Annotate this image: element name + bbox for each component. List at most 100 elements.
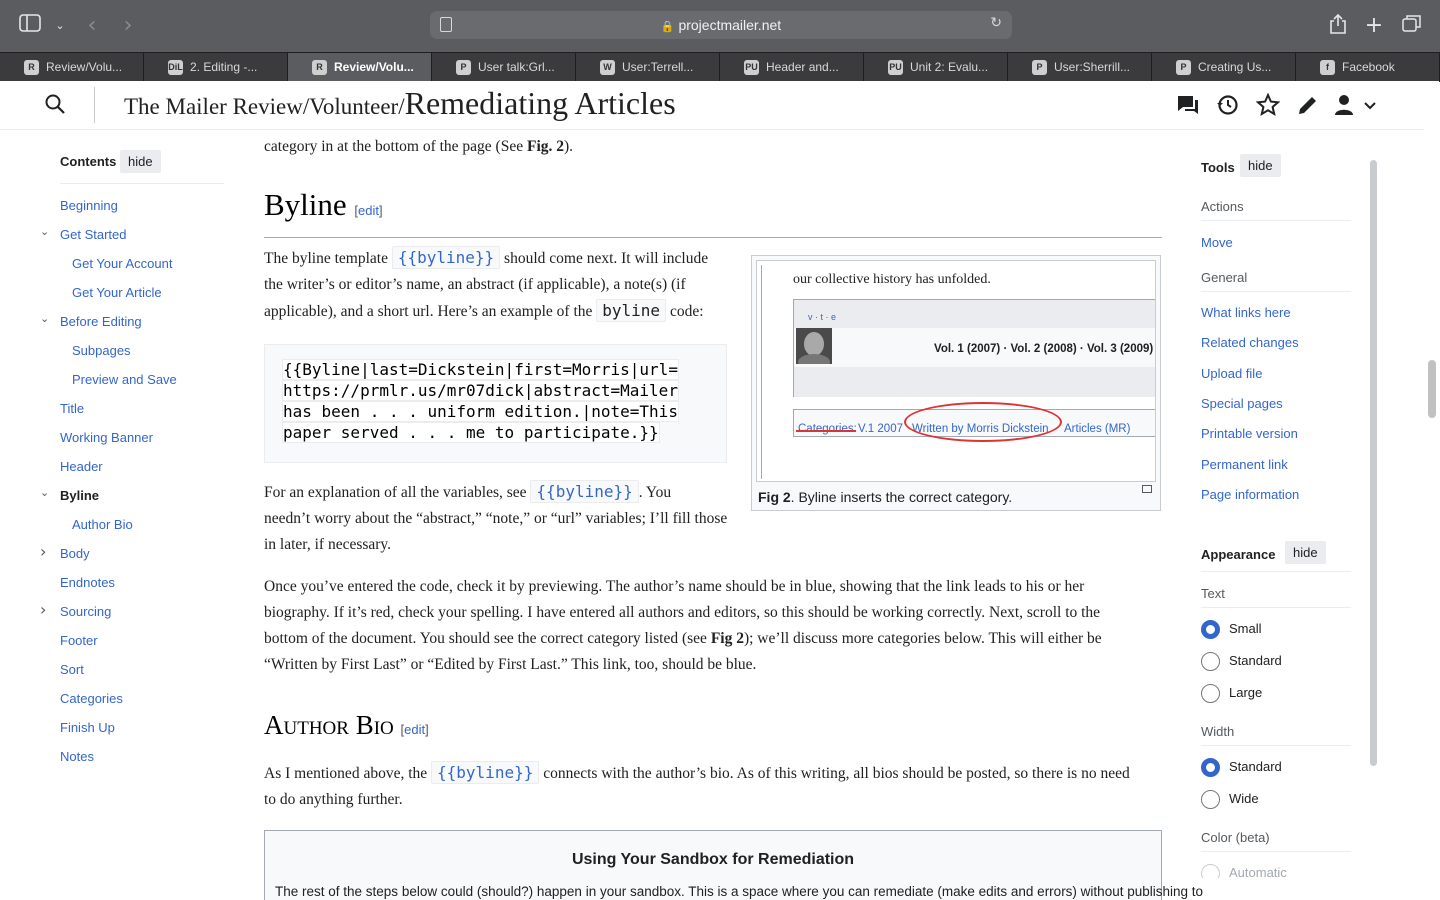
toc-item[interactable]: Preview and Save xyxy=(72,372,177,387)
chevron-down-icon[interactable]: ⌄ xyxy=(40,312,49,325)
chevron-down-icon[interactable]: ⌄ xyxy=(40,486,49,499)
browser-tab[interactable]: P Creating Us... xyxy=(1152,53,1296,82)
share-icon[interactable] xyxy=(1326,13,1350,38)
byline-template-link[interactable]: {{byline}} xyxy=(437,763,533,782)
category-1: V.1 2007 xyxy=(858,423,903,435)
toc-item[interactable]: Finish Up xyxy=(60,720,115,735)
byline-heading: Byline [edit] xyxy=(264,189,383,224)
enlarge-icon[interactable] xyxy=(1142,485,1152,493)
byline-template-link[interactable]: {{byline}} xyxy=(398,248,494,267)
radio-label[interactable]: Standard xyxy=(1229,759,1282,774)
radio-button[interactable] xyxy=(1201,790,1220,809)
tools-link[interactable]: Related changes xyxy=(1201,335,1299,350)
toc-item[interactable]: Body xyxy=(60,546,90,561)
search-icon[interactable] xyxy=(44,93,66,115)
toc-item[interactable]: Notes xyxy=(60,749,94,764)
forward-icon[interactable]: › xyxy=(116,14,140,38)
toc-item[interactable]: Categories xyxy=(60,691,123,706)
toc-item[interactable]: Header xyxy=(60,459,103,474)
code-line: paper served . . . me to participate.}} xyxy=(282,422,709,443)
toc-item[interactable]: Footer xyxy=(60,633,98,648)
toc-item[interactable]: Sort xyxy=(60,662,84,677)
tools-scrollbar[interactable] xyxy=(1370,160,1377,766)
chevron-right-icon[interactable]: › xyxy=(40,542,46,561)
preview-paragraph: Once you’ve entered the code, check it b… xyxy=(264,574,1102,678)
tab-favicon-icon: P xyxy=(1176,60,1191,75)
tools-link[interactable]: Printable version xyxy=(1201,426,1298,441)
back-icon[interactable]: ‹ xyxy=(80,14,104,38)
radio-button[interactable] xyxy=(1201,620,1220,639)
browser-tab[interactable]: W User:Terrell... xyxy=(576,53,720,82)
toc-item[interactable]: Before Editing xyxy=(60,314,142,329)
radio-label[interactable]: Large xyxy=(1229,685,1262,700)
tab-favicon-icon: R xyxy=(24,60,39,75)
browser-tab[interactable]: PU Header and... xyxy=(720,53,864,82)
chevron-down-icon[interactable] xyxy=(1362,93,1386,117)
edit-section-link[interactable]: [edit] xyxy=(354,203,382,218)
text: . You xyxy=(638,484,672,501)
tab-label: Facebook xyxy=(1342,60,1395,74)
radio-label[interactable]: Small xyxy=(1229,621,1262,636)
text: ); we’ll discuss more categories below. … xyxy=(743,630,1102,647)
page-scrollbar[interactable] xyxy=(1428,360,1436,418)
tools-link[interactable]: What links here xyxy=(1201,305,1291,320)
toc-item[interactable]: Subpages xyxy=(72,343,131,358)
browser-tab[interactable]: P User talk:Grl... xyxy=(432,53,576,82)
browser-tab[interactable]: R Review/Volu... xyxy=(0,53,144,82)
chevron-down-icon[interactable]: ⌄ xyxy=(48,14,72,38)
tab-favicon-icon: P xyxy=(1032,60,1047,75)
figure-image[interactable]: our collective history has unfolded. v ·… xyxy=(756,260,1156,482)
history-icon[interactable] xyxy=(1216,93,1240,117)
address-bar[interactable]: 🔒 projectmailer.net ↻ xyxy=(430,11,1012,39)
tools-link[interactable]: Permanent link xyxy=(1201,457,1288,472)
toc-item[interactable]: Get Your Account xyxy=(72,256,172,271)
browser-tab[interactable]: DiL 2. Editing -... xyxy=(144,53,288,82)
star-icon[interactable] xyxy=(1255,92,1281,117)
radio-button[interactable] xyxy=(1201,652,1220,671)
new-tab-icon[interactable]: + xyxy=(1362,14,1386,38)
toc-item[interactable]: Byline xyxy=(60,488,99,503)
toc-item[interactable]: Sourcing xyxy=(60,604,111,619)
tools-link[interactable]: Special pages xyxy=(1201,396,1283,411)
byline-template-code: {{byline}} xyxy=(431,761,540,784)
tools-hide-button[interactable]: hide xyxy=(1240,154,1281,177)
toc-item[interactable]: Working Banner xyxy=(60,430,153,445)
appearance-hide-button[interactable]: hide xyxy=(1285,541,1326,564)
talk-icon[interactable] xyxy=(1176,93,1200,117)
toc-item[interactable]: Author Bio xyxy=(72,517,133,532)
code-line-text: has been . . . uniform edition.|note=Thi… xyxy=(282,401,679,422)
user-icon[interactable] xyxy=(1332,93,1356,117)
text: “Written by First Last” or “Edited by Fi… xyxy=(264,656,757,673)
color-option-row[interactable]: Automatic xyxy=(1201,862,1351,878)
toc-item[interactable]: Title xyxy=(60,401,84,416)
edit-link-label[interactable]: edit xyxy=(358,203,379,218)
tools-link[interactable]: Page information xyxy=(1201,487,1299,502)
radio-button[interactable] xyxy=(1201,758,1220,777)
browser-tab[interactable]: P User:Sherrill... xyxy=(1008,53,1152,82)
edit-link-label[interactable]: edit xyxy=(404,722,425,737)
edit-section-link[interactable]: [edit] xyxy=(401,722,429,737)
radio-button[interactable] xyxy=(1201,684,1220,703)
radio-label[interactable]: Wide xyxy=(1229,791,1259,806)
radio-label[interactable]: Standard xyxy=(1229,653,1282,668)
text: needn’t worry about the “abstract,” “not… xyxy=(264,510,728,527)
toc-item[interactable]: Get Your Article xyxy=(72,285,162,300)
reload-icon[interactable]: ↻ xyxy=(990,15,1002,31)
toc-hide-button[interactable]: hide xyxy=(120,150,161,173)
browser-tab[interactable]: f Facebook xyxy=(1296,53,1440,82)
toc-item[interactable]: Endnotes xyxy=(60,575,115,590)
toc-item[interactable]: Beginning xyxy=(60,198,118,213)
color-radio[interactable] xyxy=(1201,864,1220,878)
text: For an explanation of all the variables,… xyxy=(264,484,531,501)
toc-item[interactable]: Get Started xyxy=(60,227,126,242)
browser-tab[interactable]: PU Unit 2: Evalu... xyxy=(864,53,1008,82)
tab-overview-icon[interactable] xyxy=(1400,14,1424,38)
chevron-down-icon[interactable]: ⌄ xyxy=(40,225,49,238)
chevron-right-icon[interactable]: › xyxy=(40,600,46,619)
browser-tab[interactable]: R Review/Volu... xyxy=(288,53,432,82)
tools-link[interactable]: Upload file xyxy=(1201,366,1262,381)
edit-pencil-icon[interactable] xyxy=(1296,93,1320,117)
move-link[interactable]: Move xyxy=(1201,235,1233,250)
sidebar-toggle-icon[interactable] xyxy=(18,14,42,38)
byline-template-link[interactable]: {{byline}} xyxy=(536,482,632,501)
